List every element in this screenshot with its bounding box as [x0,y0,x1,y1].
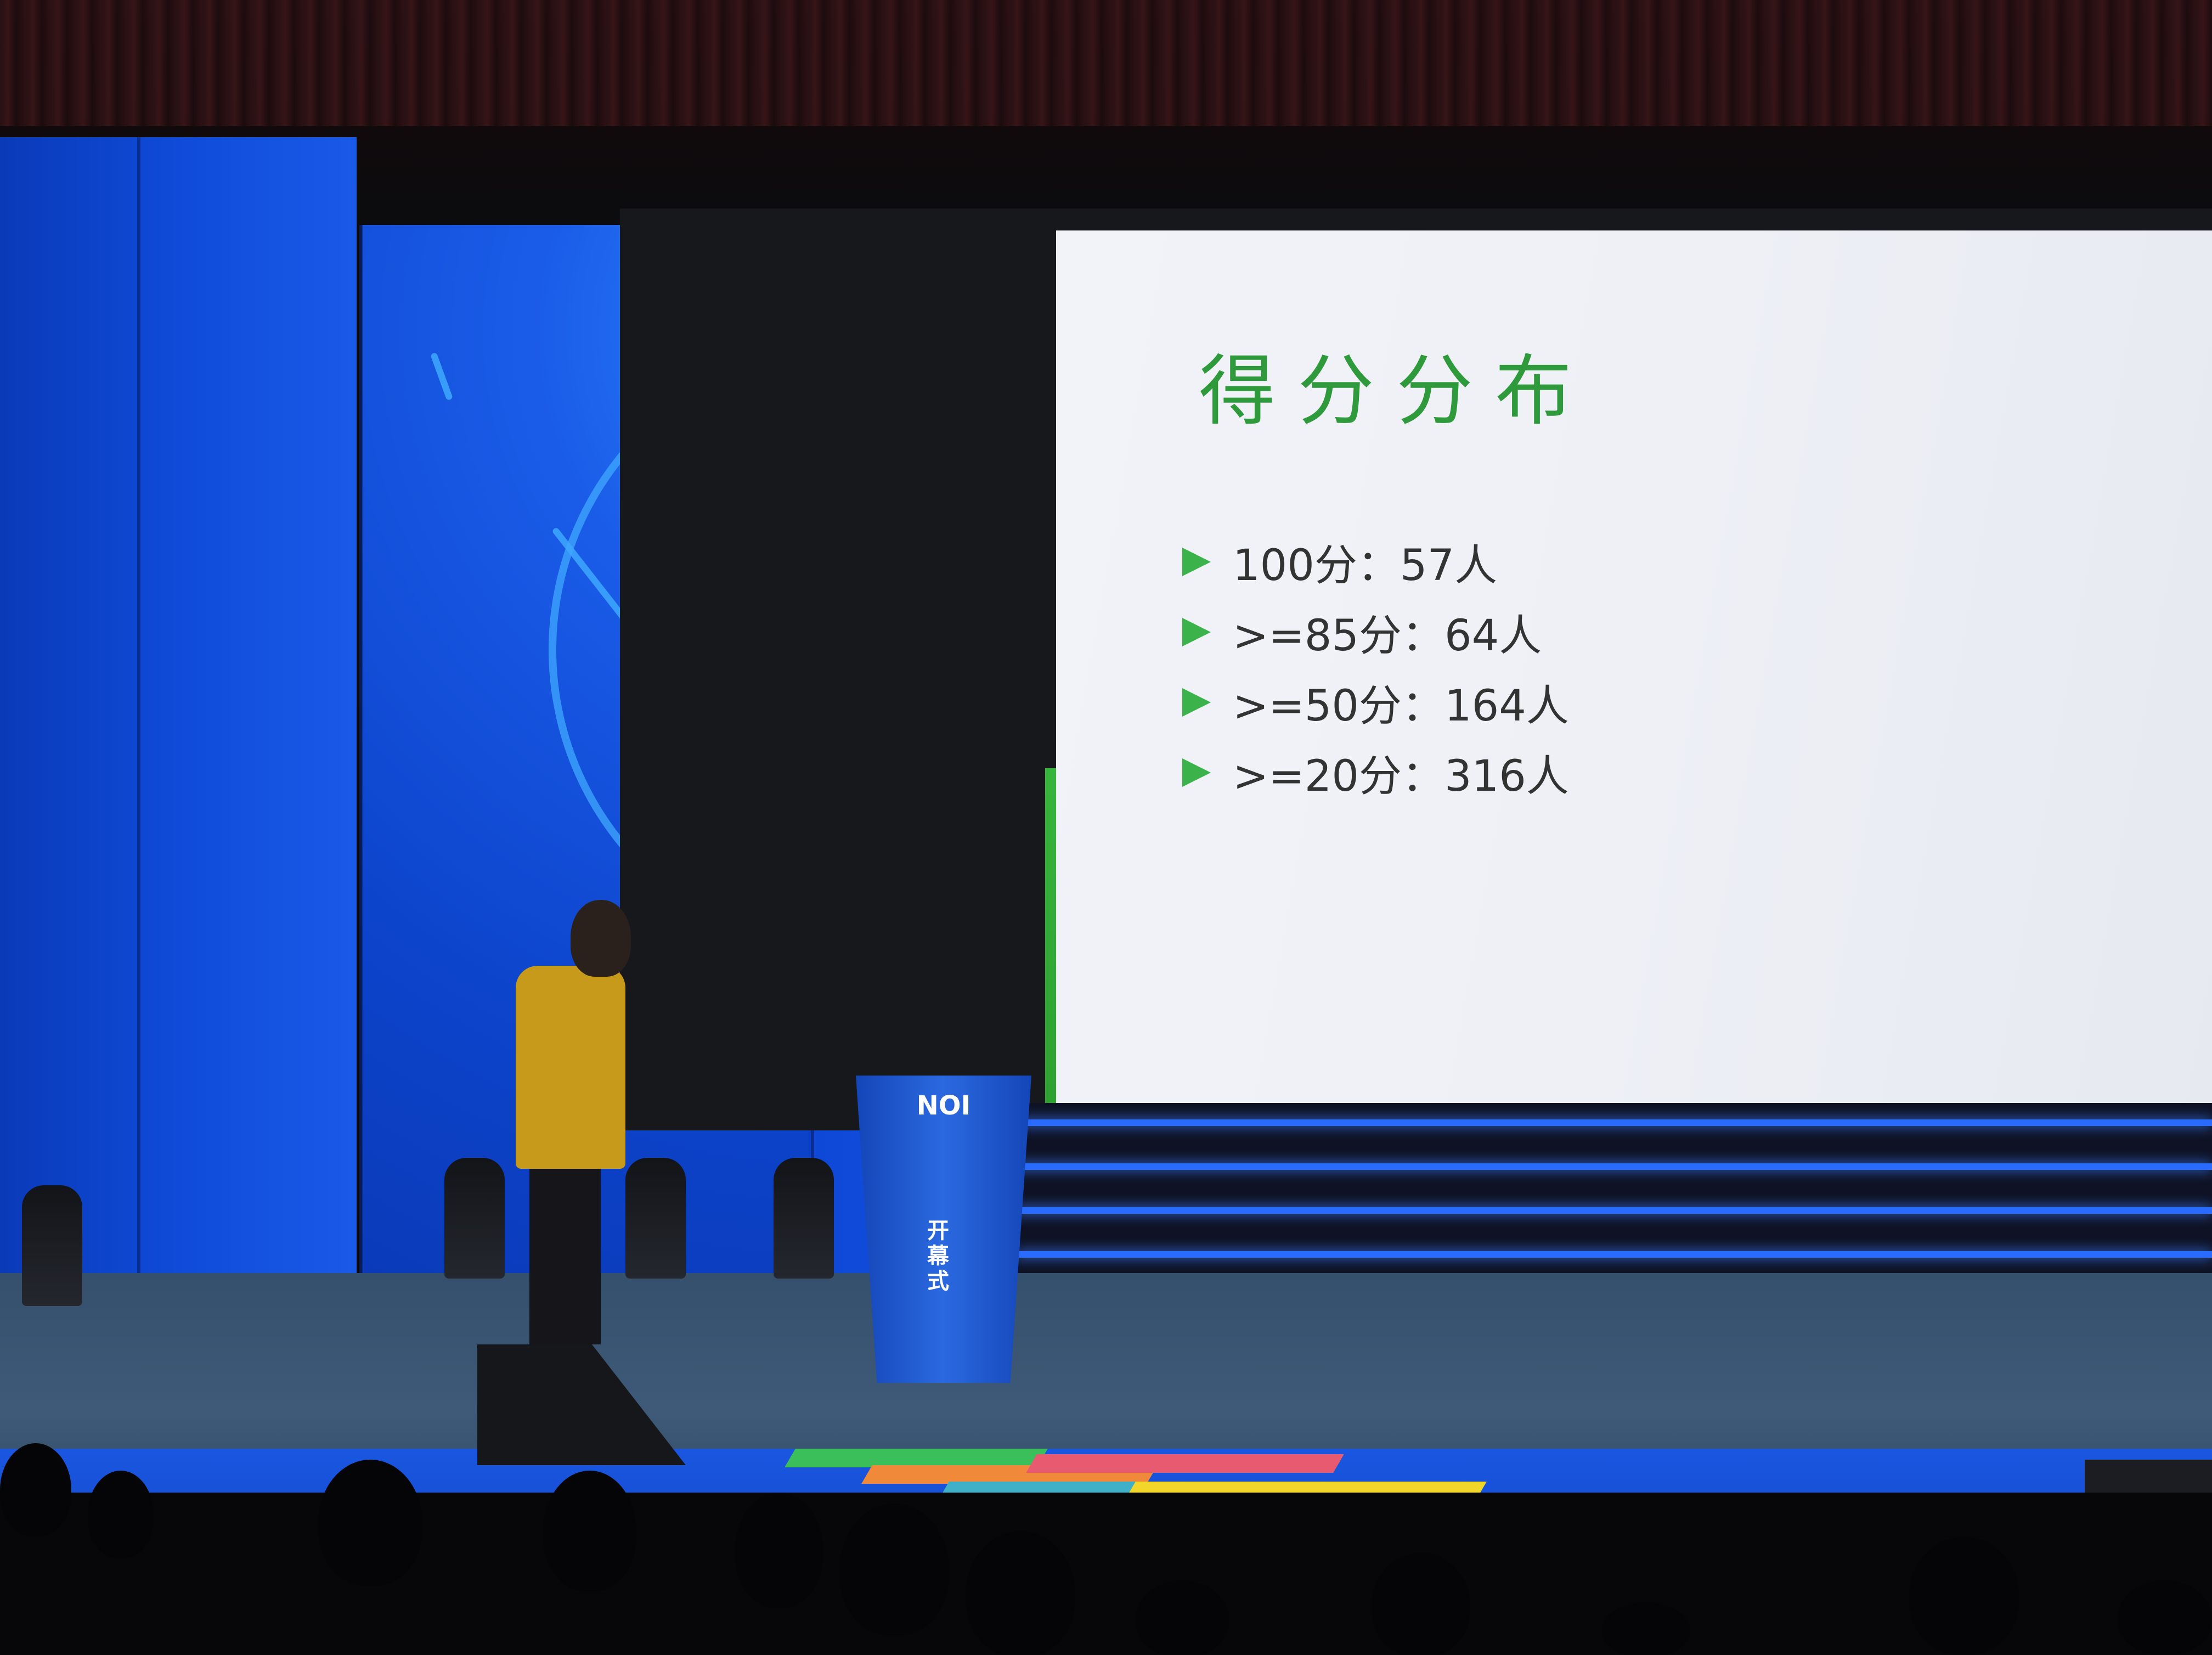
list-item: >=85分：64人 [1182,597,1569,667]
triangle-bullet-icon [1182,618,1211,646]
colored-prop [1026,1454,1344,1473]
list-item: >=20分：316人 [1182,738,1569,808]
triangle-bullet-icon [1182,548,1211,576]
stage-steps [1015,1103,2212,1284]
projection-screen: 得分分布 100分：57人 >=85分：64人 >=50分：164人 >=20分… [1056,230,2212,1141]
triangle-bullet-icon [1182,688,1211,717]
speaker-shirt [516,966,625,1169]
slide-title: 得分分布 [1199,347,1594,436]
audience-head [543,1471,636,1591]
list-item-label: >=85分：64人 [1233,611,1542,661]
list-item: 100分：57人 [1182,527,1569,597]
led-wall-seam [359,225,363,1284]
list-item-label: 100分：57人 [1233,541,1498,590]
audience-head [1602,1602,1690,1655]
stage-light [774,1158,834,1279]
score-distribution-list: 100分：57人 >=85分：64人 >=50分：164人 >=20分：316人 [1182,527,1569,808]
audience-head [88,1471,154,1558]
audience-head [735,1493,823,1608]
left-led-wall [0,137,357,1333]
list-item-label: >=20分：316人 [1233,752,1569,801]
led-wall-seam [137,137,140,1333]
audience-head [1372,1553,1470,1655]
list-item-label: >=50分：164人 [1233,682,1569,731]
list-item: >=50分：164人 [1182,667,1569,738]
audience-head [1136,1580,1229,1655]
stage-light [444,1158,505,1279]
stage-curtain [0,0,2212,126]
audience-head [966,1531,1075,1655]
stage-light [22,1185,82,1306]
led-strip [1015,1251,2212,1258]
audience-head [0,1443,71,1536]
led-strip [1015,1119,2212,1126]
podium-label: 开幕式 [927,1218,949,1294]
triangle-bullet-icon [1182,758,1211,787]
audience-head [2118,1580,2212,1655]
led-strip [1015,1207,2212,1214]
speaker-head [571,900,631,977]
audience-head [1909,1536,2019,1655]
led-strip [1015,1163,2212,1170]
photo-scene: 得分分布 100分：57人 >=85分：64人 >=50分：164人 >=20分… [0,0,2212,1655]
speaker-legs [529,1163,601,1344]
podium-logo: NOI [916,1090,971,1121]
audience-head [839,1504,949,1635]
stage-light [625,1158,686,1279]
audience-head [318,1460,422,1586]
colored-prop [785,1449,1048,1467]
